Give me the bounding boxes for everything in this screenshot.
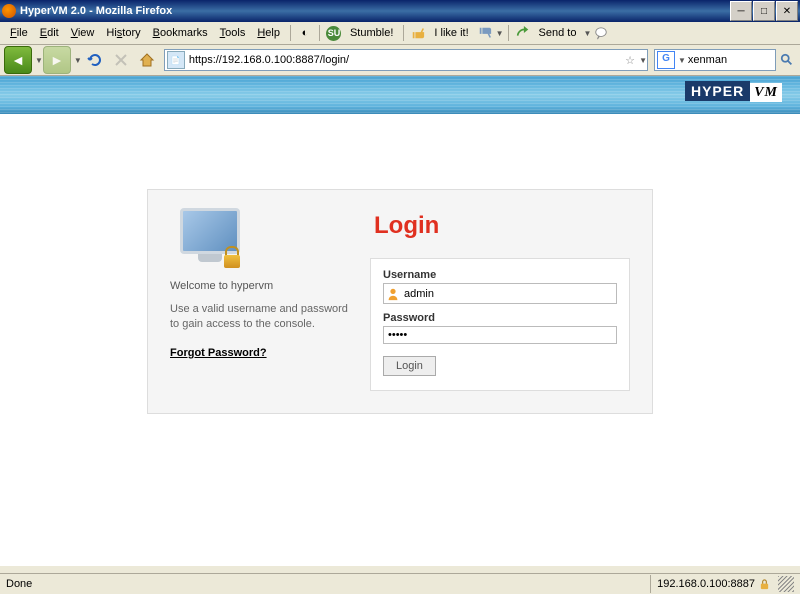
search-input[interactable]	[686, 54, 775, 66]
back-dropdown[interactable]: ▼	[35, 56, 43, 65]
username-input[interactable]	[402, 288, 616, 300]
login-form: Username Password Login	[370, 258, 630, 391]
firefox-icon	[2, 4, 16, 18]
bookmark-star-icon[interactable]: ☆	[622, 54, 638, 67]
hypervm-logo: HYPERVM	[685, 83, 782, 101]
status-text: Done	[0, 575, 651, 593]
login-button[interactable]: Login	[383, 356, 436, 376]
menu-bookmarks[interactable]: Bookmarks	[147, 25, 214, 41]
menu-edit[interactable]: Edit	[34, 25, 65, 41]
window-title: HyperVM 2.0 - Mozilla Firefox	[20, 5, 730, 17]
search-bar[interactable]: G ▼	[654, 49, 776, 71]
chat-icon[interactable]	[593, 25, 609, 41]
menu-view[interactable]: View	[65, 25, 101, 41]
navigation-toolbar: ◄ ▼ ► ▼ 📄 ☆ ▼ G ▼	[0, 45, 800, 76]
menu-help[interactable]: Help	[251, 25, 286, 41]
monitor-lock-icon	[180, 208, 250, 268]
header-banner: HYPERVM	[0, 76, 800, 114]
stumble-settings-icon[interactable]: ◐	[297, 25, 313, 41]
thumbs-down-icon[interactable]	[477, 25, 493, 41]
menu-history[interactable]: History	[100, 25, 146, 41]
menu-tools[interactable]: Tools	[214, 25, 252, 41]
welcome-text: Welcome to hypervm	[170, 280, 360, 292]
url-dropdown[interactable]: ▼	[639, 56, 647, 65]
stop-button[interactable]	[110, 49, 132, 71]
google-icon[interactable]: G	[657, 51, 675, 69]
url-input[interactable]	[187, 54, 622, 66]
reload-button[interactable]	[84, 49, 106, 71]
send-to-button[interactable]: Send to	[533, 25, 583, 41]
like-button[interactable]: I like it!	[428, 25, 474, 41]
status-host: 192.168.0.100:8887	[657, 578, 755, 590]
close-button[interactable]: ✕	[776, 1, 798, 21]
url-bar[interactable]: 📄 ☆ ▼	[164, 49, 648, 71]
password-label: Password	[383, 312, 617, 324]
resize-grip[interactable]	[778, 576, 794, 592]
minimize-button[interactable]: ─	[730, 1, 752, 21]
status-bar: Done 192.168.0.100:8887	[0, 573, 800, 594]
maximize-button[interactable]: □	[753, 1, 775, 21]
send-icon[interactable]	[515, 25, 531, 41]
page-icon: 📄	[167, 51, 185, 69]
forward-button[interactable]: ►	[43, 46, 71, 74]
search-go-button[interactable]	[778, 51, 796, 69]
stumble-button[interactable]: Stumble!	[344, 25, 399, 41]
thumbs-up-icon[interactable]	[410, 25, 426, 41]
forgot-password-link[interactable]: Forgot Password?	[170, 347, 267, 359]
lock-icon	[759, 579, 770, 590]
login-heading: Login	[374, 212, 630, 240]
window-titlebar: HyperVM 2.0 - Mozilla Firefox ─ □ ✕	[0, 0, 800, 22]
username-label: Username	[383, 269, 617, 281]
stumbleupon-icon[interactable]: SU	[326, 25, 342, 41]
login-panel: Welcome to hypervm Use a valid username …	[147, 189, 653, 414]
menu-bar: File Edit View History Bookmarks Tools H…	[0, 22, 800, 45]
page-content: HYPERVM Welcome to hypervm Use a valid u…	[0, 76, 800, 566]
user-icon	[386, 287, 400, 301]
home-button[interactable]	[136, 49, 158, 71]
help-text: Use a valid username and password to gai…	[170, 302, 360, 333]
back-button[interactable]: ◄	[4, 46, 32, 74]
menu-file[interactable]: File	[4, 25, 34, 41]
password-input[interactable]	[383, 326, 617, 344]
